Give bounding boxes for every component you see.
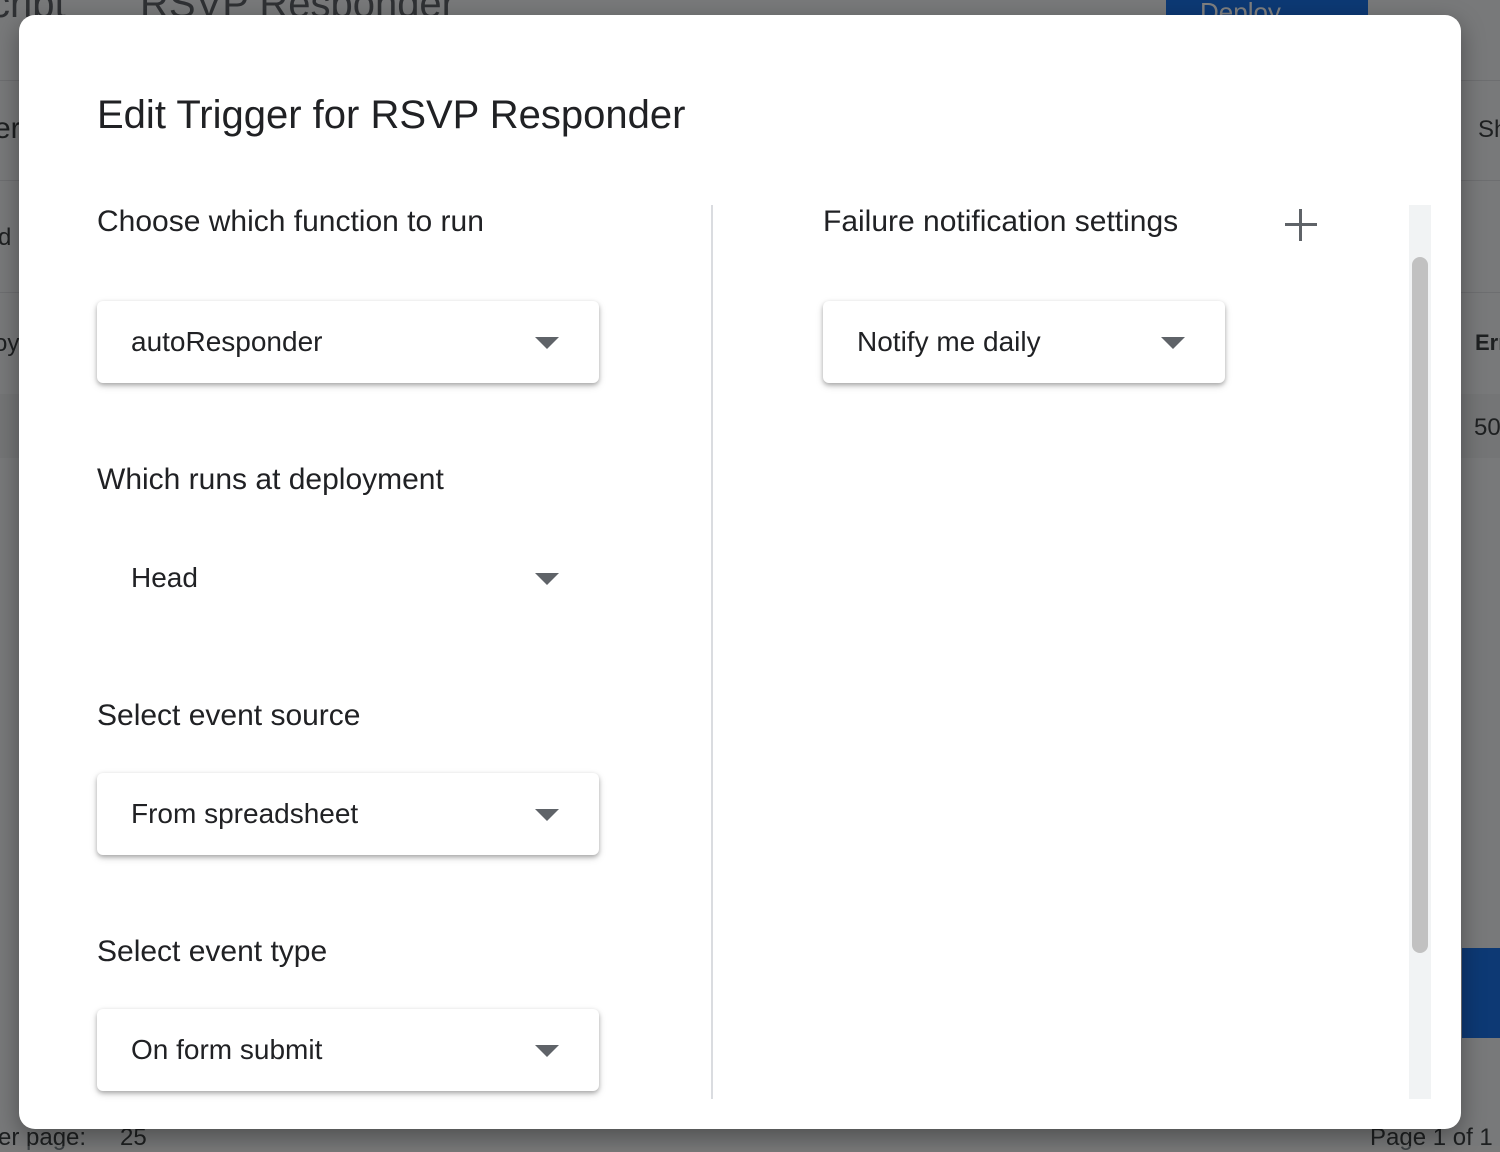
event-type-select-value: On form submit (131, 1034, 323, 1065)
dropdown-arrow-icon (535, 1045, 559, 1057)
deployment-select-value: Head (131, 562, 198, 593)
function-select-value: autoResponder (131, 326, 323, 357)
scrollbar-track[interactable] (1409, 205, 1431, 1099)
edit-trigger-dialog: Edit Trigger for RSVP Responder Choose w… (19, 15, 1461, 1129)
failure-notification-select-value: Notify me daily (857, 326, 1041, 357)
dropdown-arrow-icon (535, 337, 559, 349)
deployment-select[interactable]: Head (97, 537, 599, 619)
dropdown-arrow-icon (1161, 337, 1185, 349)
plus-icon[interactable] (1283, 207, 1319, 243)
function-select[interactable]: autoResponder (97, 301, 599, 383)
event-type-label: Select event type (97, 935, 328, 968)
dialog-title: Edit Trigger for RSVP Responder (97, 93, 686, 137)
scrollbar-thumb[interactable] (1412, 257, 1428, 953)
column-divider (711, 205, 713, 1099)
dropdown-arrow-icon (535, 573, 559, 585)
failure-notification-select[interactable]: Notify me daily (823, 301, 1225, 383)
deployment-label: Which runs at deployment (97, 463, 444, 496)
event-source-label: Select event source (97, 699, 361, 732)
event-source-select-value: From spreadsheet (131, 798, 359, 829)
function-label: Choose which function to run (97, 205, 484, 238)
dropdown-arrow-icon (535, 809, 559, 821)
event-type-select[interactable]: On form submit (97, 1009, 599, 1091)
failure-notification-label: Failure notification settings (823, 205, 1179, 238)
event-source-select[interactable]: From spreadsheet (97, 773, 599, 855)
